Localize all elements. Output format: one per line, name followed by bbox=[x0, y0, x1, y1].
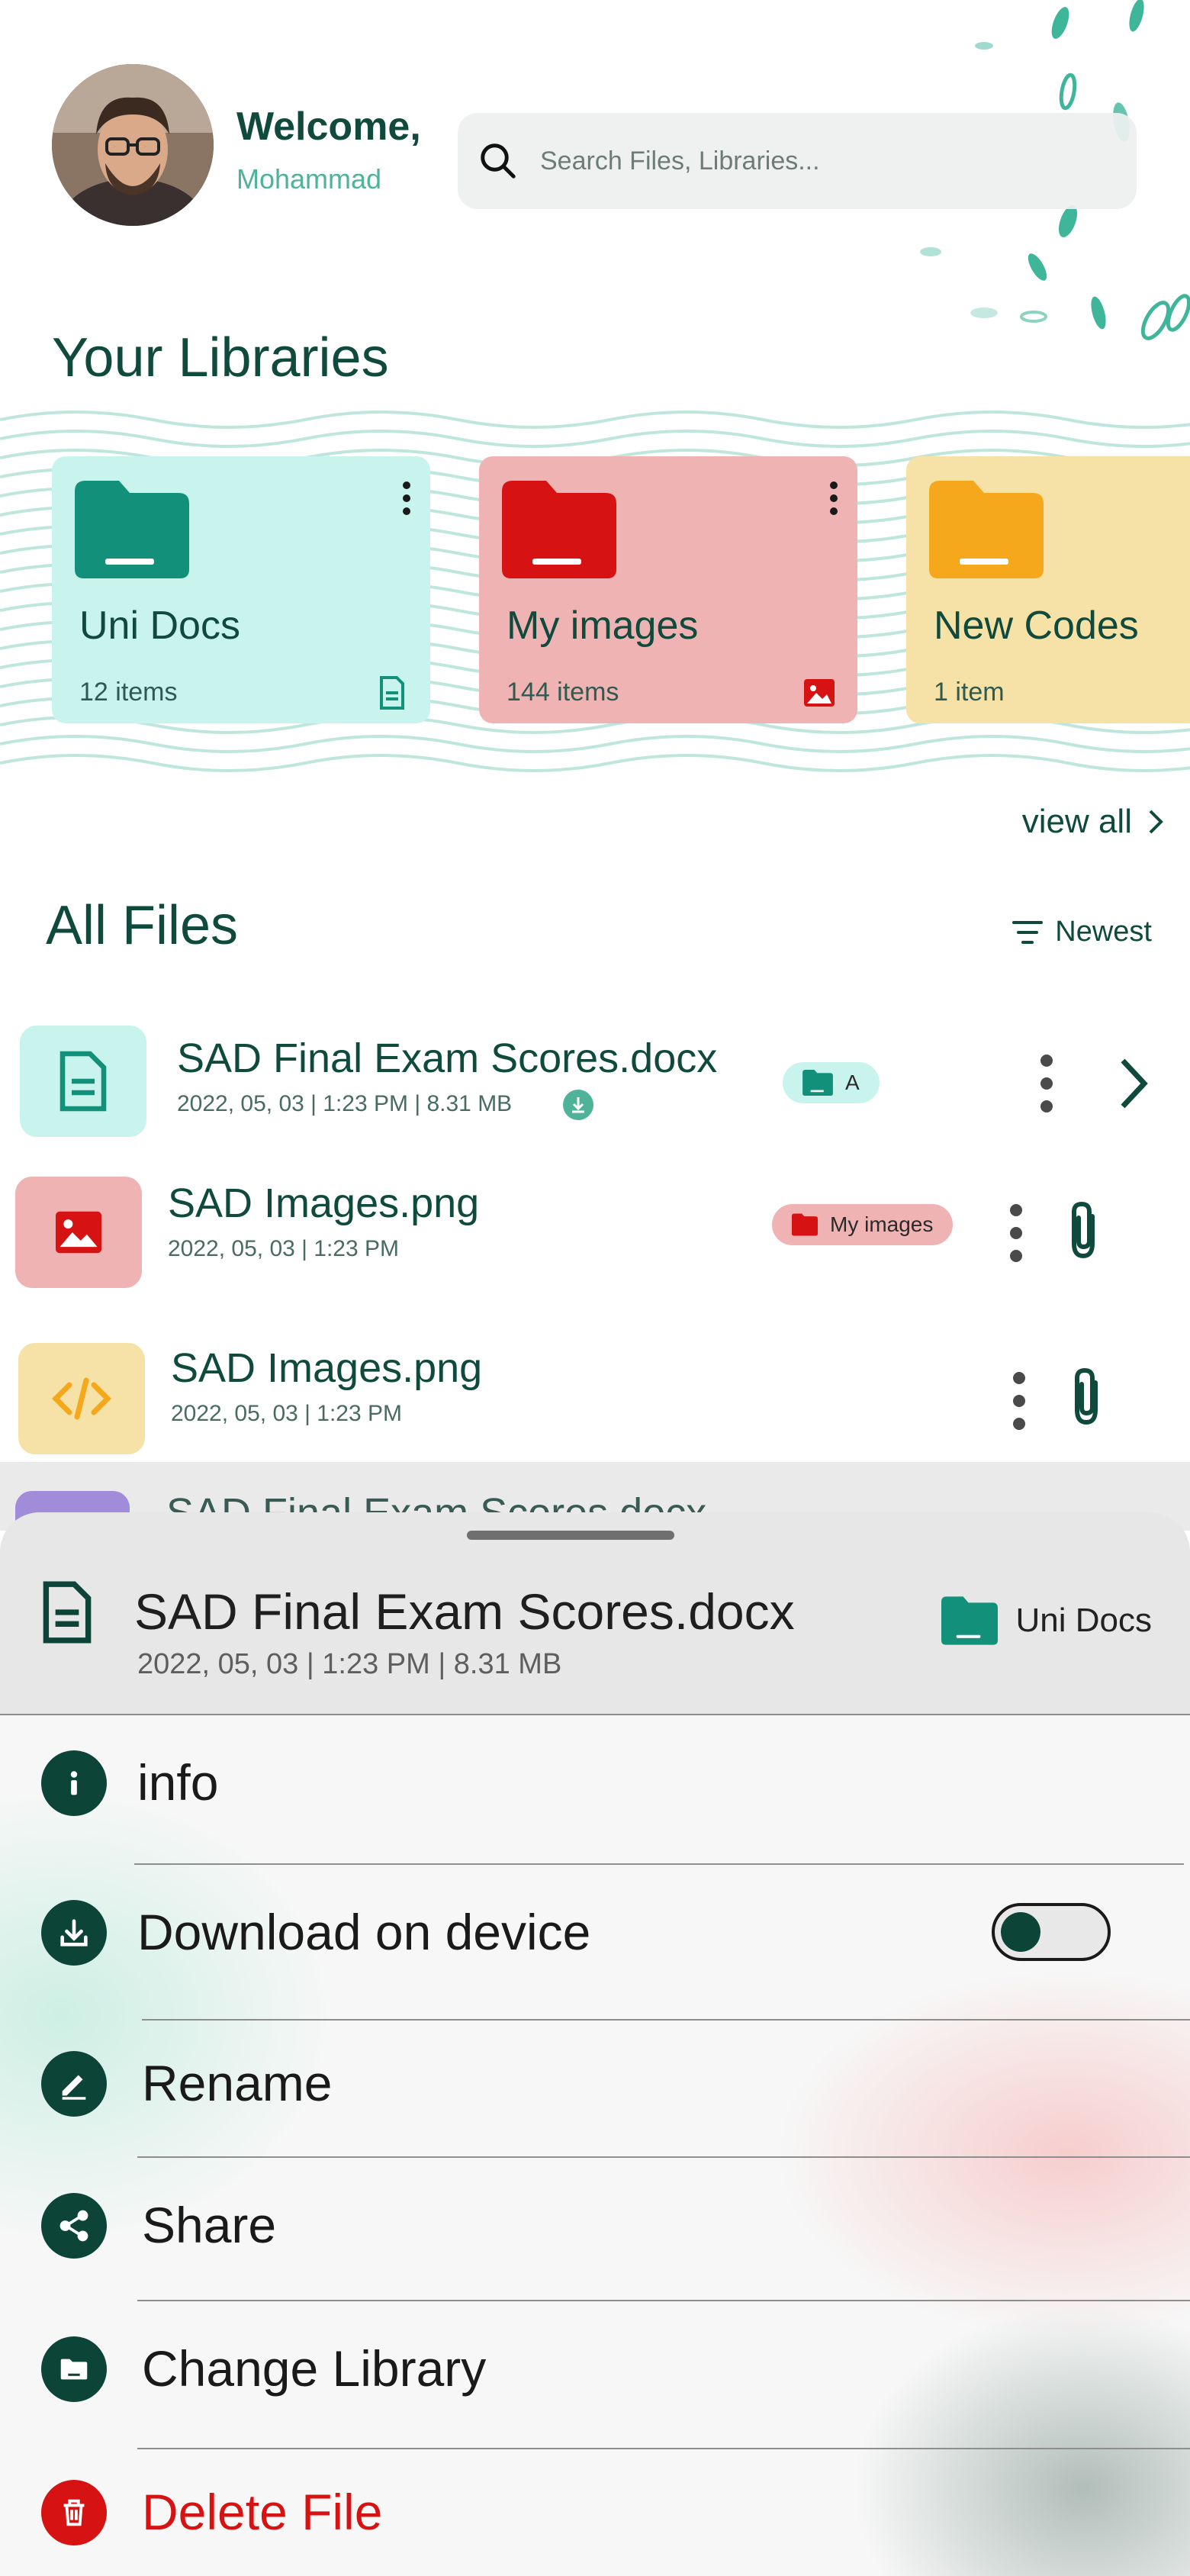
file-thumbnail bbox=[20, 1026, 146, 1137]
library-count: 144 items bbox=[507, 678, 619, 707]
menu-item-label: Share bbox=[142, 2197, 277, 2253]
library-count: 1 item bbox=[934, 678, 1005, 707]
download-toggle[interactable] bbox=[992, 1903, 1111, 1961]
sort-button[interactable]: Newest bbox=[1012, 916, 1152, 948]
menu-item-label: Rename bbox=[142, 2055, 333, 2111]
view-all-label: view all bbox=[1021, 803, 1132, 840]
file-meta: 2022, 05, 03 | 1:23 PM | 8.31 MB bbox=[177, 1091, 513, 1116]
folder-icon bbox=[941, 1596, 998, 1645]
library-menu-icon[interactable] bbox=[395, 479, 418, 517]
file-menu-icon[interactable] bbox=[1007, 1203, 1025, 1264]
toggle-knob bbox=[1001, 1912, 1040, 1952]
drag-handle[interactable] bbox=[467, 1531, 674, 1540]
sheet-header: SAD Final Exam Scores.docx 2022, 05, 03 … bbox=[0, 1512, 1190, 1715]
file-row[interactable]: SAD Images.png 2022, 05, 03 | 1:23 PM bbox=[0, 1335, 1190, 1465]
menu-item-share[interactable]: Share bbox=[0, 2158, 1190, 2300]
libraries-title: Your Libraries bbox=[52, 327, 389, 388]
avatar[interactable] bbox=[52, 64, 214, 226]
file-meta: 2022, 05, 03 | 1:23 PM bbox=[168, 1236, 400, 1261]
code-icon bbox=[52, 1377, 111, 1420]
file-thumbnail bbox=[18, 1343, 145, 1454]
welcome-greeting: Welcome, bbox=[236, 105, 421, 149]
chevron-right-icon[interactable] bbox=[1111, 1053, 1156, 1114]
folder-icon bbox=[75, 481, 189, 578]
library-name: New Codes bbox=[934, 604, 1139, 648]
menu-item-delete[interactable]: Delete File bbox=[0, 2449, 1190, 2576]
image-icon bbox=[56, 1211, 101, 1254]
folder-icon bbox=[802, 1070, 833, 1096]
library-name: My images bbox=[507, 604, 699, 648]
library-chip: A bbox=[783, 1062, 880, 1103]
downloaded-icon bbox=[563, 1090, 593, 1120]
menu-item-download[interactable]: Download on device bbox=[0, 1865, 1190, 2017]
library-chip-label: A bbox=[845, 1071, 860, 1094]
library-chip-label: My images bbox=[830, 1212, 934, 1236]
sheet-library-label: Uni Docs bbox=[1015, 1602, 1153, 1639]
username-label: Mohammad bbox=[236, 163, 382, 195]
info-icon bbox=[41, 1750, 107, 1816]
library-card-uni-docs[interactable]: Uni Docs 12 items bbox=[52, 456, 430, 723]
library-name: Uni Docs bbox=[79, 604, 240, 648]
folder-icon bbox=[41, 2336, 107, 2402]
sheet-file-name: SAD Final Exam Scores.docx bbox=[134, 1583, 795, 1640]
document-icon bbox=[60, 1051, 107, 1112]
filter-icon bbox=[1012, 920, 1044, 944]
folder-icon bbox=[792, 1213, 818, 1236]
menu-item-label: Change Library bbox=[142, 2340, 487, 2397]
download-icon bbox=[41, 1900, 107, 1966]
trash-icon bbox=[41, 2480, 107, 2545]
menu-item-label: Delete File bbox=[142, 2484, 383, 2540]
search-icon bbox=[481, 143, 516, 179]
file-row[interactable]: SAD Images.png 2022, 05, 03 | 1:23 PM My… bbox=[0, 1170, 1190, 1300]
menu-item-rename[interactable]: Rename bbox=[0, 2021, 1190, 2155]
file-name: SAD Final Exam Scores.docx bbox=[177, 1035, 718, 1081]
sheet-library-tag: Uni Docs bbox=[941, 1596, 1153, 1645]
file-name: SAD Images.png bbox=[171, 1345, 483, 1391]
library-card-new-codes[interactable]: New Codes 1 item bbox=[906, 456, 1190, 723]
library-card-my-images[interactable]: My images 144 items bbox=[479, 456, 857, 723]
document-icon bbox=[43, 1581, 92, 1644]
menu-item-label: info bbox=[137, 1754, 219, 1811]
document-icon bbox=[380, 676, 404, 710]
file-options-sheet: SAD Final Exam Scores.docx 2022, 05, 03 … bbox=[0, 1512, 1190, 2576]
chevron-right-icon bbox=[1149, 810, 1163, 834]
search-placeholder: Search Files, Libraries... bbox=[540, 146, 820, 175]
library-chip: My images bbox=[772, 1204, 954, 1245]
library-menu-icon[interactable] bbox=[822, 479, 845, 517]
share-icon bbox=[41, 2193, 107, 2259]
folder-icon bbox=[929, 481, 1044, 578]
folder-icon bbox=[502, 481, 616, 578]
paperclip-icon[interactable] bbox=[1065, 1366, 1111, 1427]
sheet-file-meta: 2022, 05, 03 | 1:23 PM | 8.31 MB bbox=[137, 1648, 562, 1680]
file-menu-icon[interactable] bbox=[1010, 1370, 1028, 1431]
file-menu-icon[interactable] bbox=[1037, 1053, 1056, 1114]
image-icon bbox=[804, 679, 835, 707]
file-name: SAD Images.png bbox=[168, 1180, 480, 1226]
search-input[interactable]: Search Files, Libraries... bbox=[458, 113, 1137, 209]
library-count: 12 items bbox=[79, 678, 178, 707]
menu-item-label: Download on device bbox=[137, 1904, 591, 1960]
view-all-link[interactable]: view all bbox=[1022, 803, 1164, 841]
file-row[interactable]: SAD Final Exam Scores.docx 2022, 05, 03 … bbox=[0, 1018, 1190, 1148]
menu-item-info[interactable]: info bbox=[0, 1715, 1190, 1853]
file-thumbnail bbox=[15, 1177, 142, 1288]
paperclip-icon[interactable] bbox=[1062, 1199, 1108, 1261]
menu-item-change-library[interactable]: Change Library bbox=[0, 2301, 1190, 2446]
sort-label: Newest bbox=[1055, 916, 1152, 948]
all-files-title: All Files bbox=[46, 895, 239, 956]
file-meta: 2022, 05, 03 | 1:23 PM bbox=[171, 1401, 403, 1426]
edit-icon bbox=[41, 2051, 107, 2117]
